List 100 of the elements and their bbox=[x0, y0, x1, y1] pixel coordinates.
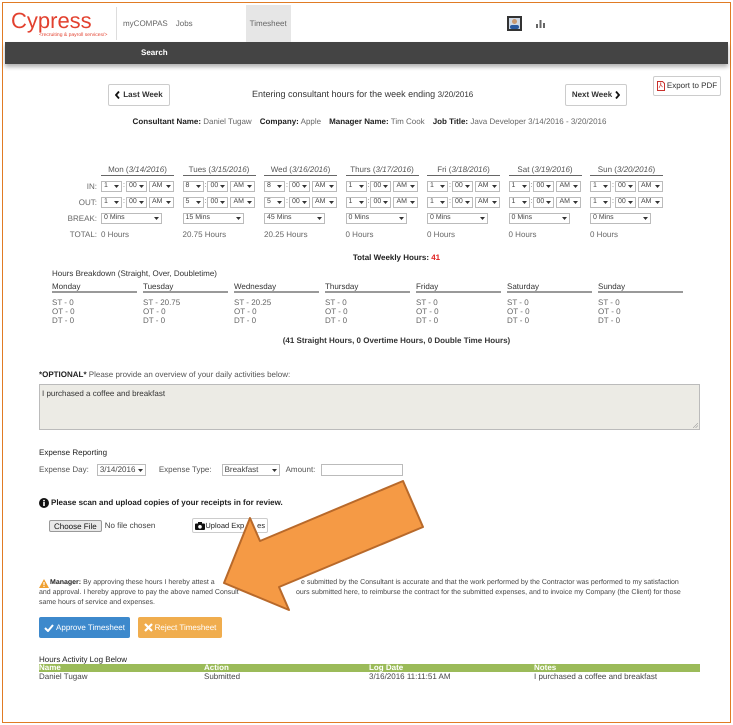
breakdown-value: OT - 0 bbox=[143, 307, 167, 316]
breakdown-day: Friday bbox=[416, 282, 501, 293]
day-total: 0 Hours bbox=[508, 230, 537, 239]
day-header: Fri (3/18/2016) bbox=[427, 165, 500, 176]
dropdown-arrow-icon bbox=[358, 201, 364, 204]
breakdown-day: Saturday bbox=[507, 282, 592, 293]
day-total: 0 Hours bbox=[590, 230, 618, 239]
row-label: BREAK: bbox=[66, 213, 98, 224]
dropdown-arrow-icon bbox=[277, 185, 282, 188]
dropdown-arrow-icon bbox=[328, 185, 334, 188]
dropdown-arrow-icon bbox=[546, 185, 552, 188]
breakdown-value: DT - 0 bbox=[325, 316, 348, 325]
dropdown-arrow-icon bbox=[317, 217, 322, 220]
table-cell-text: 3/16/2016 11:11:51 AM bbox=[369, 672, 452, 682]
field-label: Expense Type: bbox=[158, 464, 212, 476]
section-title: Expense Reporting bbox=[39, 447, 108, 459]
section-title: Hours Breakdown (Straight, Over, Doubletime) bbox=[52, 268, 218, 280]
dropdown-arrow-icon bbox=[643, 217, 648, 220]
day-header: Tues (3/15/2016) bbox=[182, 165, 256, 176]
dropdown-arrow-icon bbox=[480, 217, 485, 220]
dropdown-arrow-icon bbox=[302, 201, 307, 204]
breakdown-value: OT - 0 bbox=[507, 307, 531, 316]
info-field: Company: Apple bbox=[260, 116, 322, 128]
x-icon bbox=[144, 623, 153, 632]
dropdown-arrow-icon bbox=[603, 185, 608, 188]
chevron-right-icon bbox=[615, 91, 620, 99]
dropdown-arrow-icon bbox=[410, 201, 416, 204]
dropdown-arrow-icon bbox=[522, 185, 526, 188]
column-header: Action bbox=[204, 664, 230, 672]
dropdown-arrow-icon bbox=[166, 185, 171, 188]
dropdown-arrow-icon bbox=[220, 201, 226, 204]
dropdown-arrow-icon bbox=[114, 185, 119, 188]
export-pdf-button[interactable]: Export to PDF bbox=[653, 76, 721, 96]
dropdown-arrow-icon bbox=[628, 201, 633, 204]
bar-chart-icon[interactable] bbox=[536, 19, 545, 28]
breakdown-value: DT - 0 bbox=[416, 316, 440, 325]
breakdown-value: ST - 20.75 bbox=[143, 298, 182, 307]
checkmark-icon bbox=[44, 624, 54, 632]
dropdown-arrow-icon bbox=[277, 201, 282, 204]
dropdown-arrow-icon bbox=[138, 185, 144, 188]
day-total: 0 Hours bbox=[346, 230, 374, 239]
info-field: Job Title: Java Developer 3/14/2016 - 3/20/2016 bbox=[432, 116, 606, 128]
row-label: TOTAL: bbox=[68, 229, 98, 240]
day-header: Wed (3/16/2016) bbox=[264, 165, 337, 176]
dropdown-arrow-icon bbox=[522, 201, 526, 204]
row-label: IN: bbox=[86, 181, 98, 192]
chevron-left-icon bbox=[115, 91, 120, 99]
dropdown-arrow-icon bbox=[464, 185, 470, 188]
dropdown-arrow-icon bbox=[464, 201, 470, 204]
expense-type-select[interactable]: Breakfast bbox=[222, 464, 280, 476]
section-title: Hours Activity Log Below bbox=[39, 655, 128, 664]
choose-file-button[interactable]: Choose File bbox=[49, 520, 102, 532]
dropdown-arrow-icon bbox=[114, 201, 119, 204]
info-icon bbox=[39, 498, 49, 508]
day-header: Sat (3/19/2016) bbox=[508, 165, 582, 176]
day-header: Thurs (3/17/2016) bbox=[346, 165, 418, 176]
dropdown-arrow-icon bbox=[383, 201, 388, 204]
column-header: Notes bbox=[534, 664, 558, 672]
dropdown-arrow-icon bbox=[492, 201, 497, 204]
dropdown-arrow-icon bbox=[398, 217, 404, 220]
dropdown-arrow-icon bbox=[247, 201, 252, 204]
avatar-icon[interactable] bbox=[506, 16, 522, 31]
dropdown-arrow-icon bbox=[328, 201, 334, 204]
approve-button[interactable]: Approve Timesheet bbox=[39, 617, 130, 638]
breakdown-value: ST - 0 bbox=[416, 298, 439, 307]
dropdown-arrow-icon bbox=[603, 201, 608, 204]
total-weekly-hours: Total Weekly Hours: 41 bbox=[352, 252, 442, 264]
next-week-button[interactable]: Next Week bbox=[565, 84, 627, 106]
resize-grip-icon[interactable] bbox=[693, 423, 698, 428]
dropdown-arrow-icon bbox=[272, 468, 277, 472]
dropdown-arrow-icon bbox=[166, 201, 171, 204]
nav-link[interactable]: myCOMPAS bbox=[123, 5, 168, 42]
nav-link[interactable]: Timesheet bbox=[246, 5, 291, 42]
breakdown-value: ST - 20.25 bbox=[234, 298, 272, 307]
breakdown-value: ST - 0 bbox=[598, 298, 621, 307]
breakdown-day: Wednesday bbox=[234, 282, 319, 293]
expense-day-select[interactable]: 3/14/2016 bbox=[96, 464, 146, 476]
field-label: Expense Day: bbox=[39, 464, 89, 476]
breakdown-day: Tuesday bbox=[143, 282, 228, 293]
amount-field[interactable] bbox=[321, 464, 404, 476]
dropdown-arrow-icon bbox=[236, 217, 240, 220]
table-cell-text: I purchased a coffee and breakfast bbox=[534, 672, 658, 682]
day-total: 0 Hours bbox=[101, 230, 130, 239]
breakdown-day: Monday bbox=[52, 282, 137, 293]
nav-link[interactable]: Jobs bbox=[176, 5, 193, 42]
breakdown-value: ST - 0 bbox=[325, 298, 348, 307]
day-total: 0 Hours bbox=[427, 230, 456, 239]
day-total: 20.25 Hours bbox=[264, 230, 308, 239]
dropdown-arrow-icon bbox=[628, 185, 633, 188]
camera-icon bbox=[195, 522, 206, 530]
last-week-button[interactable]: Last Week bbox=[108, 84, 170, 106]
nav-link[interactable]: Search bbox=[141, 47, 168, 59]
dropdown-arrow-icon bbox=[654, 201, 660, 204]
column-header: Name bbox=[39, 664, 62, 672]
breakdown-value: OT - 0 bbox=[598, 307, 622, 316]
breakdown-day: Sunday bbox=[598, 282, 683, 293]
activities-textarea[interactable]: I purchased a coffee and breakfast bbox=[39, 384, 700, 430]
dropdown-arrow-icon bbox=[562, 217, 566, 220]
dropdown-arrow-icon bbox=[383, 185, 388, 188]
dropdown-arrow-icon bbox=[154, 217, 159, 220]
